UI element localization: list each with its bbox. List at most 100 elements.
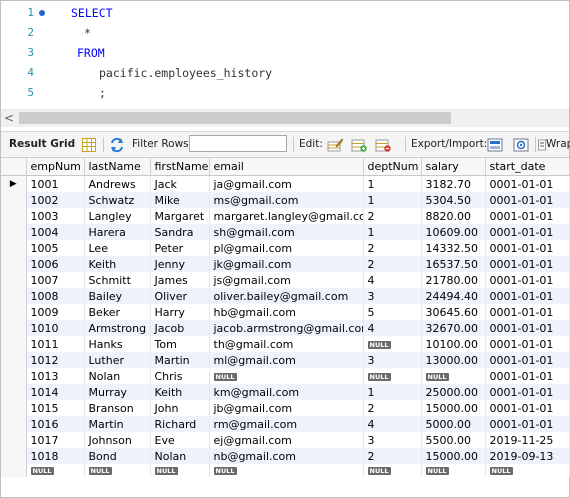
add-row-icon[interactable] <box>351 137 367 153</box>
import-icon[interactable] <box>513 137 529 153</box>
cell-start-date[interactable]: 0001-01-01 <box>485 240 570 256</box>
cell-salary[interactable]: 13000.00 <box>421 352 486 368</box>
cell-lastname[interactable]: Harera <box>84 224 151 240</box>
cell-email[interactable]: th@gmail.com <box>209 336 364 352</box>
cell-empnum[interactable]: 1010 <box>26 320 85 336</box>
cell-lastname[interactable]: Johnson <box>84 432 151 448</box>
cell-email[interactable]: ms@gmail.com <box>209 192 364 208</box>
cell-start-date[interactable]: 0001-01-01 <box>485 336 570 352</box>
new-cell-empnum[interactable]: NULL <box>26 464 85 477</box>
cell-empnum[interactable]: 1009 <box>26 304 85 320</box>
cell-deptnum[interactable]: 3 <box>363 352 422 368</box>
cell-start-date[interactable]: 2019-11-25 <box>485 432 570 448</box>
row-marker[interactable] <box>1 320 27 336</box>
cell-email[interactable]: jb@gmail.com <box>209 400 364 416</box>
table-row[interactable]: 1006 Keith Jenny jk@gmail.com 2 16537.50 0001-… <box>1 256 570 272</box>
cell-empnum[interactable]: 1004 <box>26 224 85 240</box>
column-header-salary[interactable]: salary <box>421 158 486 176</box>
cell-start-date[interactable]: 0001-01-01 <box>485 320 570 336</box>
cell-empnum[interactable]: 1013 <box>26 368 85 384</box>
wrap-label[interactable]: Wrap <box>546 132 570 157</box>
row-marker[interactable] <box>1 432 27 448</box>
cell-salary[interactable]: 21780.00 <box>421 272 486 288</box>
row-marker[interactable] <box>1 208 27 224</box>
cell-start-date[interactable]: 0001-01-01 <box>485 272 570 288</box>
cell-start-date[interactable]: 0001-01-01 <box>485 352 570 368</box>
table-row[interactable]: 1011 Hanks Tom th@gmail.com NULL 10100.00 0001… <box>1 336 570 352</box>
cell-firstname[interactable]: Jack <box>150 175 210 192</box>
cell-lastname[interactable]: Schmitt <box>84 272 151 288</box>
editor-horizontal-scrollbar[interactable]: < <box>1 109 569 127</box>
cell-deptnum[interactable]: 1 <box>363 175 422 192</box>
cell-email[interactable]: NULL <box>209 368 364 384</box>
cell-email[interactable]: oliver.bailey@gmail.com <box>209 288 364 304</box>
sql-editor[interactable]: 1 SELECT 2 * 3 FROM 4 pacific.employees_history… <box>1 1 569 107</box>
cell-start-date[interactable]: 0001-01-01 <box>485 208 570 224</box>
cell-deptnum[interactable]: 3 <box>363 288 422 304</box>
row-marker[interactable] <box>1 448 27 464</box>
cell-firstname[interactable]: Nolan <box>150 448 210 464</box>
cell-empnum[interactable]: 1005 <box>26 240 85 256</box>
cell-salary[interactable]: 30645.60 <box>421 304 486 320</box>
cell-empnum[interactable]: 1001 <box>26 175 85 192</box>
cell-lastname[interactable]: Keith <box>84 256 151 272</box>
code-line[interactable]: 2 * <box>1 23 569 43</box>
cell-firstname[interactable]: Peter <box>150 240 210 256</box>
new-cell-salary[interactable]: NULL <box>421 464 486 477</box>
column-header-lastname[interactable]: lastName <box>84 158 151 176</box>
table-row[interactable]: 1004 Harera Sandra sh@gmail.com 1 10609.00 000… <box>1 224 570 240</box>
cell-empnum[interactable]: 1015 <box>26 400 85 416</box>
new-row-marker[interactable] <box>1 464 27 477</box>
cell-salary[interactable]: 10100.00 <box>421 336 486 352</box>
code-line[interactable]: 5; <box>1 83 569 103</box>
cell-firstname[interactable]: Jenny <box>150 256 210 272</box>
cell-salary[interactable]: 32670.00 <box>421 320 486 336</box>
cell-salary[interactable]: 24494.40 <box>421 288 486 304</box>
row-marker[interactable] <box>1 288 27 304</box>
cell-email[interactable]: js@gmail.com <box>209 272 364 288</box>
table-row[interactable]: 1017 Johnson Eve ej@gmail.com 3 5500.00 2019-1… <box>1 432 570 448</box>
row-marker[interactable] <box>1 416 27 432</box>
cell-salary[interactable]: 14332.50 <box>421 240 486 256</box>
cell-email[interactable]: pl@gmail.com <box>209 240 364 256</box>
new-cell-deptnum[interactable]: NULL <box>363 464 422 477</box>
cell-start-date[interactable]: 0001-01-01 <box>485 416 570 432</box>
code-line[interactable]: 4 pacific.employees_history <box>1 63 569 83</box>
table-row[interactable]: 1012 Luther Martin ml@gmail.com 3 13000.00 000… <box>1 352 570 368</box>
cell-lastname[interactable]: Nolan <box>84 368 151 384</box>
cell-firstname[interactable]: Keith <box>150 384 210 400</box>
delete-row-icon[interactable] <box>375 137 391 153</box>
cell-firstname[interactable]: Tom <box>150 336 210 352</box>
cell-deptnum[interactable]: 1 <box>363 192 422 208</box>
cell-firstname[interactable]: Richard <box>150 416 210 432</box>
cell-firstname[interactable]: Chris <box>150 368 210 384</box>
cell-lastname[interactable]: Martin <box>84 416 151 432</box>
new-cell-lastname[interactable]: NULL <box>84 464 151 477</box>
cell-email[interactable]: rm@gmail.com <box>209 416 364 432</box>
row-marker[interactable] <box>1 192 27 208</box>
cell-lastname[interactable]: Beker <box>84 304 151 320</box>
code-line[interactable]: 3 FROM <box>1 43 569 63</box>
cell-firstname[interactable]: Harry <box>150 304 210 320</box>
wrap-cell-icon[interactable] <box>538 137 546 153</box>
grid-toggle-icon[interactable] <box>81 137 97 153</box>
table-row[interactable]: 1008 Bailey Oliver oliver.bailey@gmail.com 3… <box>1 288 570 304</box>
cell-start-date[interactable]: 0001-01-01 <box>485 256 570 272</box>
cell-lastname[interactable]: Murray <box>84 384 151 400</box>
cell-lastname[interactable]: Langley <box>84 208 151 224</box>
result-grid-tab[interactable]: Result Grid <box>9 132 75 157</box>
cell-salary[interactable]: 15000.00 <box>421 448 486 464</box>
cell-empnum[interactable]: 1012 <box>26 352 85 368</box>
cell-salary[interactable]: 10609.00 <box>421 224 486 240</box>
cell-empnum[interactable]: 1018 <box>26 448 85 464</box>
column-header-firstname[interactable]: firstName <box>150 158 210 176</box>
cell-deptnum[interactable]: 5 <box>363 304 422 320</box>
scroll-left-arrow-icon[interactable]: < <box>4 111 14 126</box>
current-row-marker-icon[interactable]: ▶ <box>1 175 27 192</box>
cell-email[interactable]: ja@gmail.com <box>209 175 364 192</box>
cell-empnum[interactable]: 1002 <box>26 192 85 208</box>
row-marker[interactable] <box>1 240 27 256</box>
cell-deptnum[interactable]: 2 <box>363 256 422 272</box>
scrollbar-thumb[interactable] <box>19 112 451 124</box>
cell-email[interactable]: hb@gmail.com <box>209 304 364 320</box>
